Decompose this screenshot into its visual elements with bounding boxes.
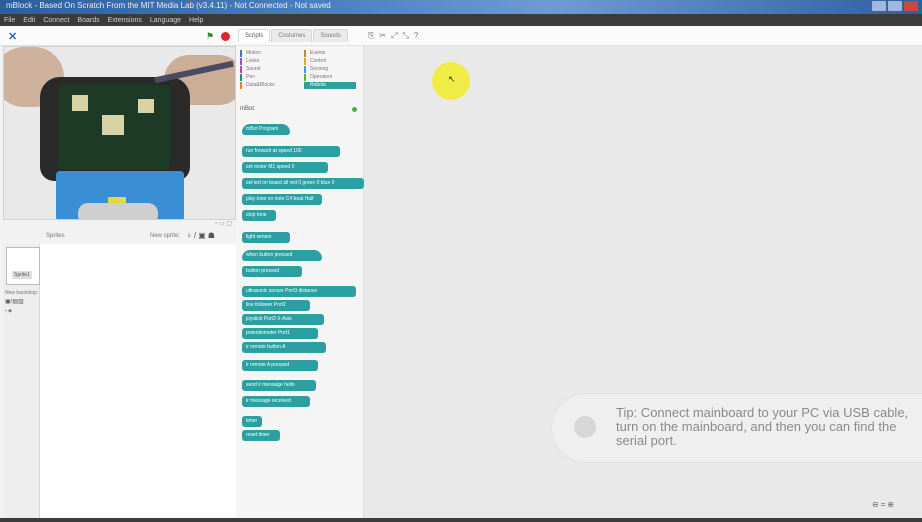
board-chip [72, 95, 88, 111]
menu-boards[interactable]: Boards [77, 17, 99, 24]
new-sprite-icons[interactable]: ♀/▣☗ [186, 231, 217, 240]
edit-tools: ⎘ ✂ ⤢ ⤡ ? [368, 31, 418, 41]
block-set-motor[interactable]: set motor M1 speed 0 [242, 162, 328, 173]
backdrop-label: New backdrop: [5, 290, 39, 296]
stage[interactable] [3, 46, 236, 220]
category-pen[interactable]: Pen [240, 74, 296, 81]
category-list: Motion Looks Sound Pen Data&Blocks Event… [240, 46, 360, 96]
tip-text: Tip: Connect mainboard to your PC via US… [616, 405, 909, 448]
category-events[interactable]: Events [304, 50, 356, 57]
window-titlebar: mBlock - Based On Scratch From the MIT M… [0, 0, 922, 14]
extension-section-label: mBot [240, 106, 255, 112]
logo-icon: ✕ [8, 31, 18, 43]
block-play-tone[interactable]: play tone on note C4 beat Half [242, 194, 322, 205]
sprites-header: Sprites New sprite: ♀/▣☗ [40, 230, 236, 244]
category-motion[interactable]: Motion [240, 50, 296, 57]
green-flag-icon[interactable]: ⚑ [206, 31, 214, 42]
block-mbot-program[interactable]: mBot Program [242, 124, 290, 135]
menu-extensions[interactable]: Extensions [108, 17, 142, 24]
category-sound[interactable]: Sound [240, 66, 296, 73]
stage-mode-bar: ▫ ▭ ▢ [3, 220, 236, 228]
tab-costumes[interactable]: Costumes [271, 29, 313, 42]
stage-size-icons[interactable]: ▫ ▭ ▢ [215, 220, 232, 227]
menu-help[interactable]: Help [189, 17, 203, 24]
tab-scripts[interactable]: Scripts [238, 29, 271, 42]
stage-backdrop-column: Sprite1 New backdrop: ▣/▤▥ ▪ ◆ [3, 244, 40, 520]
block-light-sensor[interactable]: light sensor [242, 232, 290, 243]
mblock-window: mBlock - Based On Scratch From the MIT M… [0, 0, 922, 522]
sprite-list-area[interactable] [40, 244, 236, 520]
mouse-pointer-icon: ↖ [448, 74, 456, 84]
stage-thumbnail[interactable]: Sprite1 [6, 247, 40, 285]
category-robots[interactable]: Robots [304, 82, 356, 89]
ultrasonic-sensor [78, 203, 158, 219]
block-ultrasonic-sensor[interactable]: ultrasonic sensor Port3 distance [242, 286, 356, 297]
maximize-button[interactable] [888, 1, 902, 11]
delete-icon[interactable]: ✂ [379, 31, 386, 41]
block-joystick[interactable]: joystick Port3 X-Axis [242, 314, 324, 325]
category-data-blocks[interactable]: Data&Blocks [240, 82, 296, 89]
block-ir-remote-pressed[interactable]: ir remote A pressed [242, 360, 318, 371]
bottom-edge [0, 518, 922, 522]
block-ir-remote-button[interactable]: ir remote button A [242, 342, 326, 353]
category-sensing[interactable]: Sensing [304, 66, 356, 73]
toolbar: ✕ ⚑ Scripts Costumes Sounds ⎘ ✂ ⤢ ⤡ ? [0, 26, 922, 46]
block-stop-tone[interactable]: stop tone [242, 210, 276, 221]
menu-language[interactable]: Language [150, 17, 181, 24]
stop-button[interactable] [221, 32, 230, 41]
category-operators[interactable]: Operators [304, 74, 356, 81]
connection-status-dot [352, 107, 357, 112]
block-potentiometer[interactable]: potentiometer Port1 [242, 328, 318, 339]
menu-connect[interactable]: Connect [43, 17, 69, 24]
robot-mainboard [58, 85, 170, 169]
block-when-button-pressed[interactable]: when button pressed [242, 250, 322, 261]
menu-bar: File Edit Connect Boards Extensions Lang… [0, 14, 922, 26]
window-title: mBlock - Based On Scratch From the MIT M… [6, 1, 331, 10]
block-run-forward[interactable]: run forward at speed 100 [242, 146, 340, 157]
board-chip [102, 115, 124, 135]
tip-banner: Tip: Connect mainboard to your PC via US… [552, 394, 922, 462]
duplicate-icon[interactable]: ⎘ [368, 31, 374, 41]
zoom-controls[interactable]: ⊖=⊕ [872, 500, 896, 509]
tab-sounds[interactable]: Sounds [313, 29, 348, 42]
block-set-led[interactable]: set led on board all red 0 green 0 blue … [242, 178, 364, 189]
grow-icon[interactable]: ⤢ [391, 31, 397, 41]
block-timer[interactable]: timer [242, 416, 262, 427]
shrink-icon[interactable]: ⤡ [403, 31, 409, 41]
new-backdrop-icons[interactable]: ▣/▤▥ [5, 298, 24, 305]
minimize-button[interactable] [872, 1, 886, 11]
sprites-label: Sprites [46, 233, 65, 239]
block-line-follower[interactable]: line follower Port2 [242, 300, 310, 311]
new-sprite-label: New sprite: [150, 233, 181, 239]
block-ir-message-received[interactable]: ir message received [242, 396, 310, 407]
info-icon [574, 416, 596, 438]
window-controls [872, 1, 918, 11]
help-icon[interactable]: ? [414, 31, 418, 41]
menu-edit[interactable]: Edit [23, 17, 35, 24]
close-button[interactable] [904, 1, 918, 11]
menu-file[interactable]: File [4, 17, 15, 24]
block-palette: Motion Looks Sound Pen Data&Blocks Event… [236, 46, 364, 522]
sprite-name: Sprite1 [12, 271, 32, 279]
block-reset-timer[interactable]: reset timer [242, 430, 280, 441]
block-send-ir-message[interactable]: send ir message hello [242, 380, 316, 391]
board-chip [138, 99, 154, 113]
block-button-pressed[interactable]: button pressed [242, 266, 302, 277]
category-looks[interactable]: Looks [240, 58, 296, 65]
editor-tabs: Scripts Costumes Sounds [238, 29, 348, 42]
category-control[interactable]: Control [304, 58, 356, 65]
backdrop-small-label: ▪ ◆ [5, 308, 13, 314]
